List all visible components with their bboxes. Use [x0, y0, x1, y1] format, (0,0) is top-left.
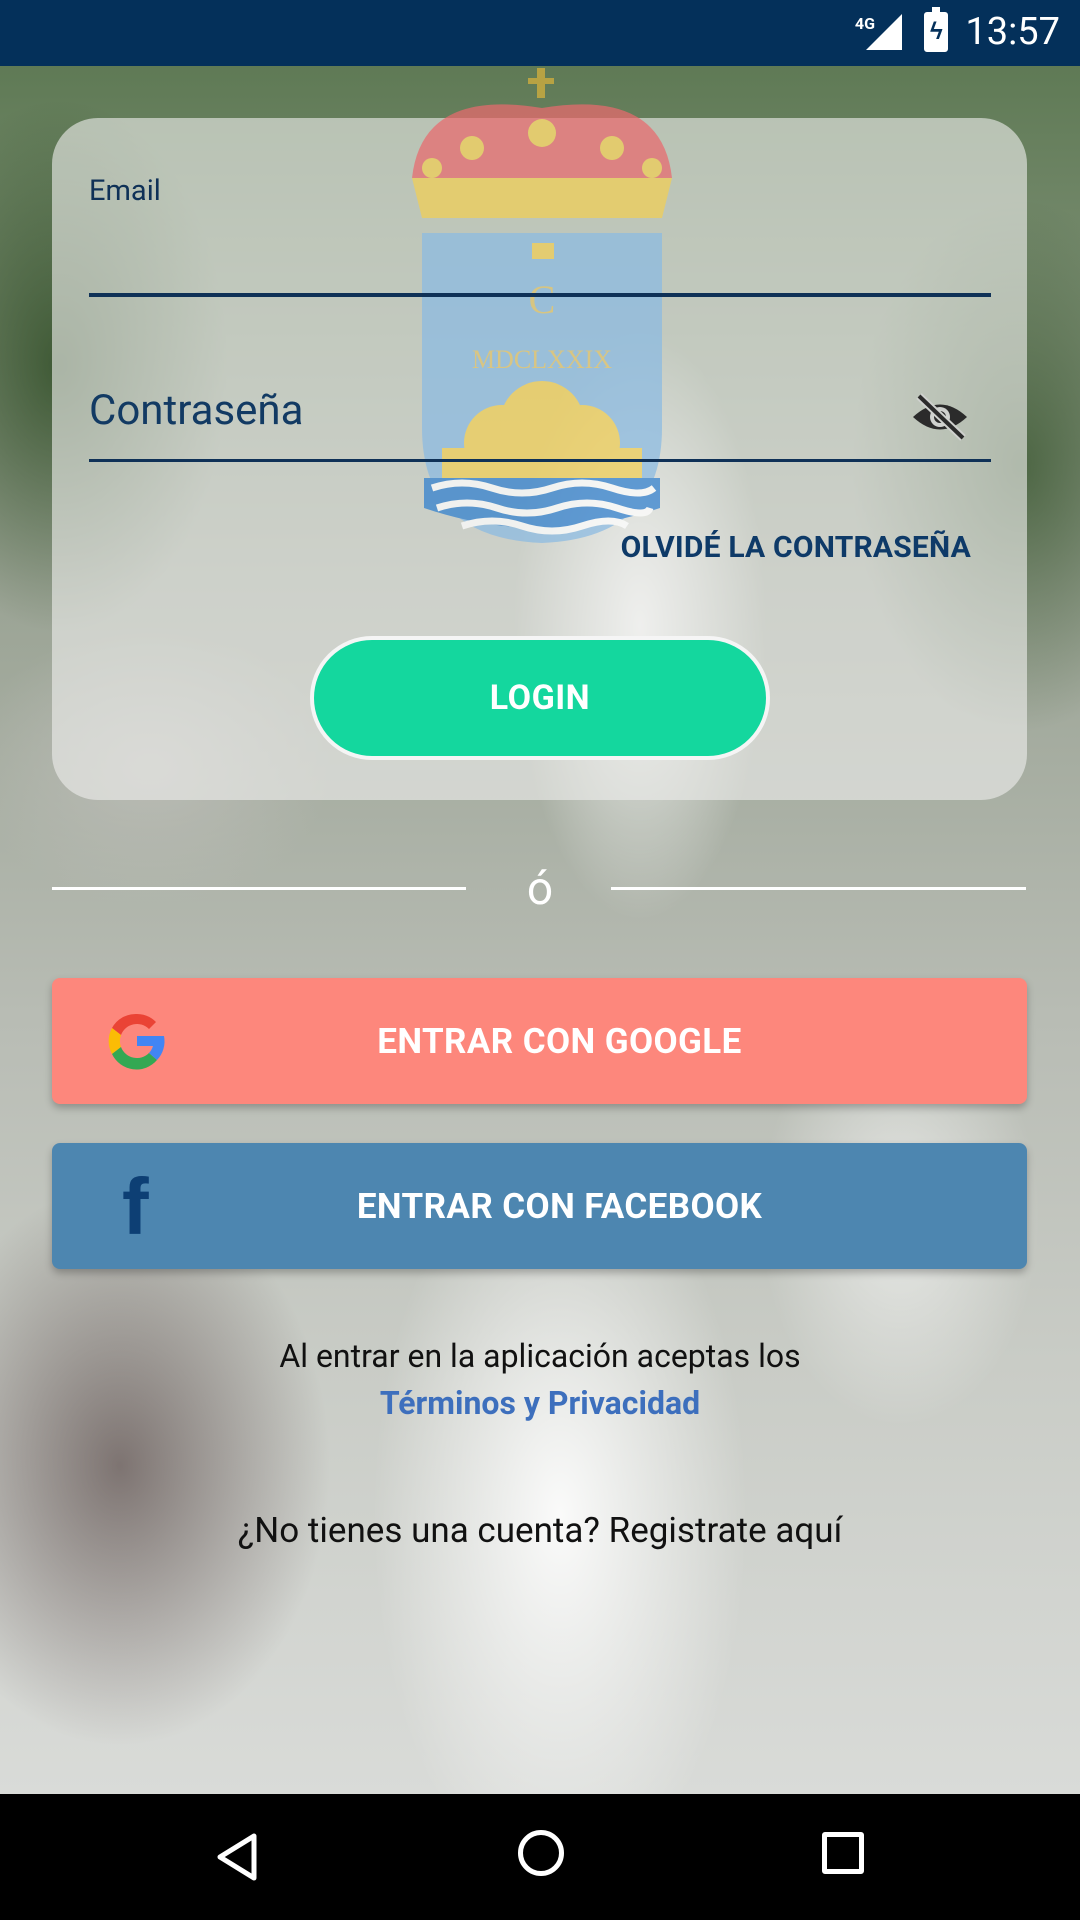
battery-icon: ϟ [924, 7, 948, 52]
terms-text: Al entrar en la aplicación aceptas los [279, 1337, 801, 1375]
facebook-login-label: ENTRAR CON FACEBOOK [356, 1185, 763, 1227]
divider-left [52, 887, 466, 890]
status-bar: 4G ϟ 13:57 [0, 0, 1080, 66]
email-label: Email [89, 174, 161, 208]
eye-off-icon[interactable] [909, 392, 971, 442]
facebook-login-button[interactable]: f ENTRAR CON FACEBOOK [52, 1143, 1027, 1269]
recents-icon[interactable] [822, 1832, 864, 1874]
register-link[interactable]: ¿No tienes una cuenta? Registrate aquí [0, 1510, 1080, 1551]
divider-right [611, 887, 1026, 890]
login-button[interactable]: LOGIN [310, 636, 770, 760]
coat-of-arms-logo: C MDCLXXIX [412, 68, 672, 543]
facebook-icon: f [122, 1162, 149, 1251]
email-field[interactable]: Email [89, 168, 991, 297]
terms-privacy-link[interactable]: Términos y Privacidad [0, 1384, 1080, 1422]
home-icon[interactable] [518, 1830, 564, 1876]
google-icon [108, 1013, 165, 1070]
password-placeholder: Contraseña [89, 386, 304, 435]
signal-icon [866, 14, 902, 50]
back-icon[interactable] [214, 1832, 258, 1882]
password-field[interactable]: Contraseña [89, 378, 991, 462]
navigation-bar [0, 1794, 1080, 1920]
login-card: C MDCLXXIX Email Contraseña OLVIDÉ LA CO… [52, 68, 1027, 800]
google-login-label: ENTRAR CON GOOGLE [377, 1020, 742, 1062]
divider-text: ó [526, 862, 554, 916]
crest-motto: MDCLXXIX [472, 345, 612, 374]
clock: 13:57 [965, 10, 1060, 54]
google-login-button[interactable]: ENTRAR CON GOOGLE [52, 978, 1027, 1104]
forgot-password-link[interactable]: OLVIDÉ LA CONTRASEÑA [621, 530, 971, 565]
